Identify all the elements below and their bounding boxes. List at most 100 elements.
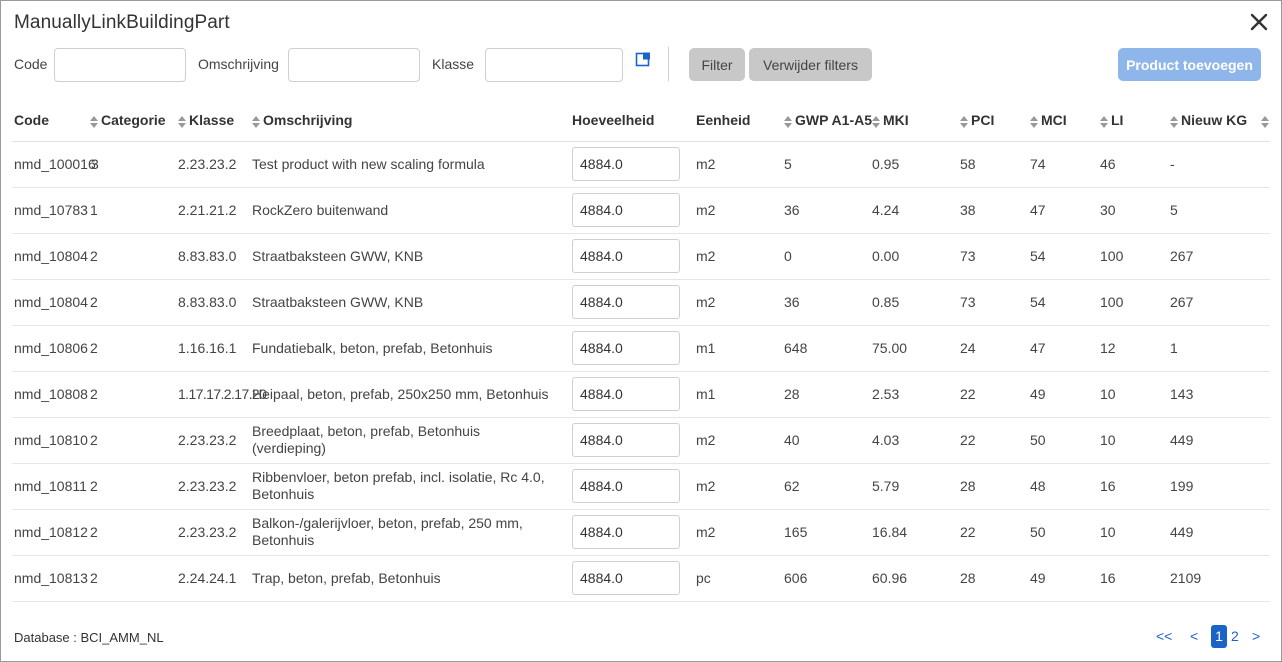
quantity-input[interactable] bbox=[572, 193, 680, 227]
omschrijving-filter-input[interactable] bbox=[288, 48, 420, 82]
sort-arrows-icon bbox=[178, 115, 186, 128]
cell-pci: 24 bbox=[960, 325, 1030, 372]
cell-pci: 38 bbox=[960, 187, 1030, 234]
table-row[interactable]: nmd_10783 1 2.21.21.2 RockZero buitenwan… bbox=[12, 187, 1270, 234]
cell-code: nmd_10808 bbox=[12, 371, 90, 418]
cell-eenheid: m2 bbox=[696, 509, 784, 556]
cell-li: 16 bbox=[1100, 555, 1170, 602]
cell-hoeveelheid bbox=[572, 187, 696, 234]
pager-prev[interactable]: < bbox=[1190, 625, 1198, 648]
header-gwp[interactable]: GWP A1-A5 bbox=[784, 100, 872, 142]
dialog-title: ManuallyLinkBuildingPart bbox=[14, 12, 230, 33]
cell-code: nmd_10804 bbox=[12, 233, 90, 280]
pager-next[interactable]: > bbox=[1252, 625, 1260, 648]
cell-nieuw-kg: 143 bbox=[1170, 371, 1270, 418]
cell-pci: 28 bbox=[960, 463, 1030, 510]
quantity-input[interactable] bbox=[572, 561, 680, 595]
table-row[interactable]: nmd_10813 2 2.24.24.1 Trap, beton, prefa… bbox=[12, 555, 1270, 602]
cell-code: nmd_10813 bbox=[12, 555, 90, 602]
header-categorie[interactable]: Categorie bbox=[90, 100, 178, 142]
table-row[interactable]: nmd_10804 2 8.83.83.0 Straatbaksteen GWW… bbox=[12, 279, 1270, 326]
cell-omschrijving: Balkon-/galerijvloer, beton, prefab, 250… bbox=[252, 509, 572, 556]
cell-li: 100 bbox=[1100, 233, 1170, 280]
products-table: Code Categorie Klasse Omschrijving Hoeve… bbox=[12, 100, 1270, 602]
cell-categorie: 2 bbox=[90, 463, 178, 510]
table-row[interactable]: nmd_10810 2 2.23.23.2 Breedplaat, beton,… bbox=[12, 417, 1270, 464]
cell-eenheid: m2 bbox=[696, 187, 784, 234]
cell-klasse: 2.24.24.1 bbox=[178, 555, 252, 602]
pager-page-1[interactable]: 1 bbox=[1211, 625, 1227, 648]
quantity-input[interactable] bbox=[572, 469, 680, 503]
cell-categorie: 2 bbox=[90, 555, 178, 602]
sort-arrows-icon bbox=[1170, 115, 1178, 128]
quantity-input[interactable] bbox=[572, 331, 680, 365]
cell-li: 46 bbox=[1100, 141, 1170, 188]
header-omschrijving[interactable]: Omschrijving bbox=[252, 100, 572, 142]
cell-mci: 48 bbox=[1030, 463, 1100, 510]
table-header-row: Code Categorie Klasse Omschrijving Hoeve… bbox=[12, 100, 1270, 142]
header-nieuw-kg[interactable]: Nieuw KG bbox=[1170, 100, 1270, 142]
cell-hoeveelheid bbox=[572, 279, 696, 326]
quantity-input[interactable] bbox=[572, 377, 680, 411]
pager-first[interactable]: << bbox=[1156, 625, 1172, 648]
cell-hoeveelheid bbox=[572, 417, 696, 464]
sort-arrows-icon bbox=[1100, 115, 1108, 128]
cell-klasse: 2.23.23.2 bbox=[178, 509, 252, 556]
table-scrollbar[interactable] bbox=[1272, 100, 1282, 601]
header-eenheid[interactable]: Eenheid bbox=[696, 100, 784, 142]
cell-categorie: 1 bbox=[90, 187, 178, 234]
external-window-icon[interactable] bbox=[635, 52, 651, 68]
cell-code: nmd_10804 bbox=[12, 279, 90, 326]
cell-omschrijving: Fundatiebalk, beton, prefab, Betonhuis bbox=[252, 325, 572, 372]
quantity-input[interactable] bbox=[572, 515, 680, 549]
database-label: Database : BCI_AMM_NL bbox=[14, 630, 164, 645]
cell-omschrijving: Trap, beton, prefab, Betonhuis bbox=[252, 555, 572, 602]
header-mci[interactable]: MCI bbox=[1030, 100, 1100, 142]
cell-nieuw-kg: 449 bbox=[1170, 509, 1270, 556]
klasse-filter-input[interactable] bbox=[485, 48, 623, 82]
cell-gwp: 5 bbox=[784, 141, 872, 188]
quantity-input[interactable] bbox=[572, 147, 680, 181]
quantity-input[interactable] bbox=[572, 239, 680, 273]
code-filter-input[interactable] bbox=[54, 48, 186, 82]
quantity-input[interactable] bbox=[572, 285, 680, 319]
pager-page-2[interactable]: 2 bbox=[1231, 625, 1239, 648]
table-row[interactable]: nmd_10811 2 2.23.23.2 Ribbenvloer, beton… bbox=[12, 463, 1270, 510]
filter-button[interactable]: Filter bbox=[689, 48, 745, 81]
cell-gwp: 36 bbox=[784, 279, 872, 326]
table-row[interactable]: nmd_10806 2 1.16.16.1 Fundatiebalk, beto… bbox=[12, 325, 1270, 372]
cell-pci: 73 bbox=[960, 279, 1030, 326]
cell-categorie: 2 bbox=[90, 233, 178, 280]
header-code[interactable]: Code bbox=[12, 100, 90, 142]
cell-nieuw-kg: 267 bbox=[1170, 279, 1270, 326]
sort-arrows-icon bbox=[960, 115, 968, 128]
quantity-input[interactable] bbox=[572, 423, 680, 457]
header-mki[interactable]: MKI bbox=[872, 100, 960, 142]
cell-mki: 0.95 bbox=[872, 141, 960, 188]
cell-omschrijving: RockZero buitenwand bbox=[252, 187, 572, 234]
table-row[interactable]: nmd_10808 2 1.17.17.2.17.20 Heipaal, bet… bbox=[12, 371, 1270, 418]
cell-categorie: 2 bbox=[90, 325, 178, 372]
add-product-button[interactable]: Product toevoegen bbox=[1118, 48, 1261, 81]
header-li[interactable]: LI bbox=[1100, 100, 1170, 142]
table-row[interactable]: nmd_10812 2 2.23.23.2 Balkon-/galerijvlo… bbox=[12, 509, 1270, 556]
cell-nieuw-kg: - bbox=[1170, 141, 1270, 188]
cell-gwp: 40 bbox=[784, 417, 872, 464]
cell-eenheid: pc bbox=[696, 555, 784, 602]
header-hoeveelheid[interactable]: Hoeveelheid bbox=[572, 100, 696, 142]
cell-li: 100 bbox=[1100, 279, 1170, 326]
table-row[interactable]: nmd_100016 3 2.23.23.2 Test product with… bbox=[12, 141, 1270, 188]
clear-filters-button[interactable]: Verwijder filters bbox=[749, 48, 872, 81]
header-pci[interactable]: PCI bbox=[960, 100, 1030, 142]
cell-nieuw-kg: 1 bbox=[1170, 325, 1270, 372]
table-row[interactable]: nmd_10804 2 8.83.83.0 Straatbaksteen GWW… bbox=[12, 233, 1270, 280]
header-klasse[interactable]: Klasse bbox=[178, 100, 252, 142]
cell-li: 12 bbox=[1100, 325, 1170, 372]
cell-li: 10 bbox=[1100, 509, 1170, 556]
close-icon[interactable] bbox=[1248, 11, 1270, 33]
cell-pci: 22 bbox=[960, 371, 1030, 418]
sort-arrows-icon bbox=[90, 115, 98, 128]
cell-gwp: 28 bbox=[784, 371, 872, 418]
cell-mci: 74 bbox=[1030, 141, 1100, 188]
cell-omschrijving: Straatbaksteen GWW, KNB bbox=[252, 233, 572, 280]
